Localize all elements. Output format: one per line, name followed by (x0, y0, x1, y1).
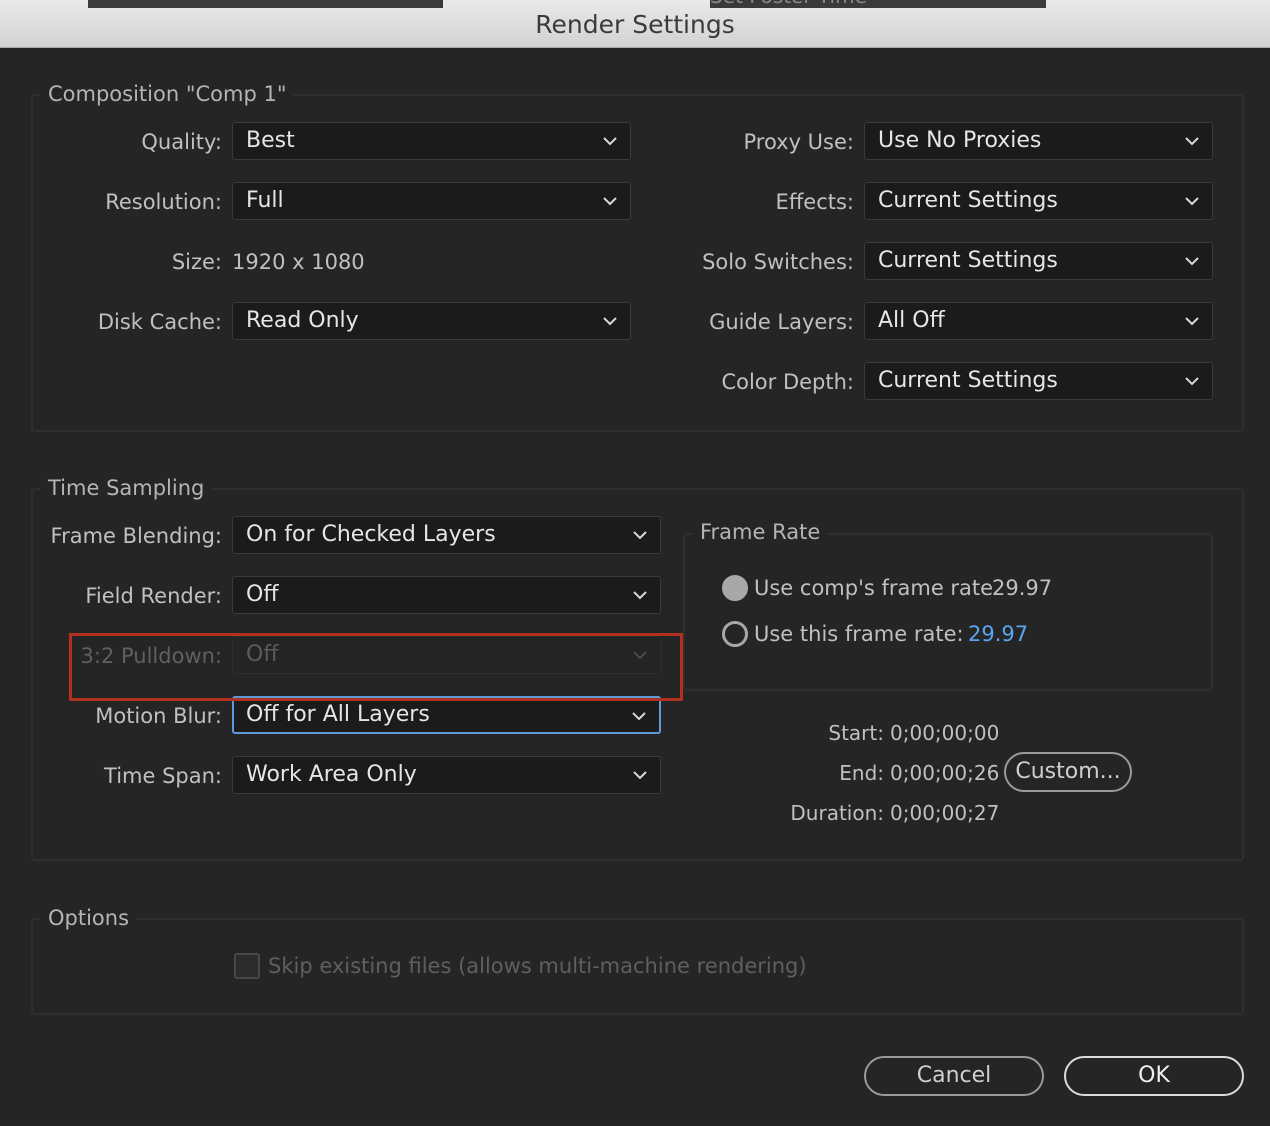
field-render-label: Field Render: (85, 584, 222, 608)
custom-button[interactable]: Custom... (1004, 752, 1132, 792)
composition-legend: Composition "Comp 1" (40, 81, 295, 107)
end-value: 0;00;00;26 (890, 761, 1000, 785)
solo-switches-dropdown[interactable]: Current Settings (864, 242, 1213, 280)
chevron-down-icon (1185, 317, 1199, 326)
motion-blur-dropdown[interactable]: Off for All Layers (232, 696, 661, 734)
chevron-down-icon (1185, 137, 1199, 146)
quality-dropdown[interactable]: Best (232, 122, 631, 160)
use-comp-frame-rate-value: 29.97 (992, 576, 1053, 600)
color-depth-dropdown[interactable]: Current Settings (864, 362, 1213, 400)
disk-cache-label: Disk Cache: (97, 310, 222, 334)
resolution-dropdown[interactable]: Full (232, 182, 631, 220)
disk-cache-dropdown[interactable]: Read Only (232, 302, 631, 340)
end-label: End: (839, 761, 884, 785)
frame-rate-group (683, 533, 1213, 691)
proxy-use-value: Use No Proxies (878, 128, 1042, 153)
proxy-use-dropdown[interactable]: Use No Proxies (864, 122, 1213, 160)
time-span-label: Time Span: (104, 764, 222, 788)
color-depth-label: Color Depth: (721, 370, 854, 394)
start-label: Start: (828, 721, 884, 745)
options-legend: Options (40, 905, 138, 931)
time-span-value: Work Area Only (246, 762, 417, 787)
title-bar: Set Poster Time Render Settings (0, 0, 1270, 48)
use-comp-frame-rate-radio[interactable] (722, 575, 748, 601)
chevron-down-icon (1185, 197, 1199, 206)
solo-switches-value: Current Settings (878, 248, 1058, 273)
skip-existing-checkbox[interactable] (234, 953, 260, 979)
use-this-frame-rate-radio[interactable] (722, 621, 748, 647)
field-render-value: Off (246, 582, 279, 607)
frame-blending-dropdown[interactable]: On for Checked Layers (232, 516, 661, 554)
frame-rate-input[interactable]: 29.97 (968, 620, 1028, 648)
quality-label: Quality: (141, 130, 222, 154)
effects-label: Effects: (775, 190, 854, 214)
chevron-down-icon (603, 317, 617, 326)
chevron-down-icon (1185, 377, 1199, 386)
chevron-down-icon (633, 591, 647, 600)
start-value: 0;00;00;00 (890, 721, 1000, 745)
background-text: Set Poster Time (710, 0, 867, 8)
cancel-button[interactable]: Cancel (864, 1056, 1044, 1096)
window-title: Render Settings (535, 10, 735, 39)
field-render-dropdown[interactable]: Off (232, 576, 661, 614)
motion-blur-label: Motion Blur: (95, 704, 222, 728)
size-label: Size: (171, 250, 222, 274)
chevron-down-icon (603, 137, 617, 146)
frame-blending-label: Frame Blending: (50, 524, 222, 548)
size-value: 1920 x 1080 (232, 250, 365, 274)
chevron-down-icon (633, 771, 647, 780)
guide-layers-value: All Off (878, 308, 945, 333)
quality-value: Best (246, 128, 295, 153)
frame-blending-value: On for Checked Layers (246, 522, 496, 547)
guide-layers-dropdown[interactable]: All Off (864, 302, 1213, 340)
duration-value: 0;00;00;27 (890, 801, 1000, 825)
time-sampling-legend: Time Sampling (40, 475, 213, 501)
resolution-value: Full (246, 188, 284, 213)
effects-dropdown[interactable]: Current Settings (864, 182, 1213, 220)
proxy-use-label: Proxy Use: (743, 130, 854, 154)
motion-blur-highlight-box (69, 633, 683, 701)
chevron-down-icon (1185, 257, 1199, 266)
background-panel (88, 0, 443, 8)
chevron-down-icon (603, 197, 617, 206)
duration-label: Duration: (790, 801, 884, 825)
ok-button[interactable]: OK (1064, 1056, 1244, 1096)
use-comp-frame-rate-label: Use comp's frame rate (754, 576, 994, 600)
frame-rate-legend: Frame Rate (692, 519, 829, 545)
disk-cache-value: Read Only (246, 308, 359, 333)
color-depth-value: Current Settings (878, 368, 1058, 393)
use-this-frame-rate-label: Use this frame rate: (754, 622, 964, 646)
guide-layers-label: Guide Layers: (709, 310, 854, 334)
chevron-down-icon (633, 531, 647, 540)
skip-existing-label: Skip existing files (allows multi-machin… (268, 954, 807, 978)
chevron-down-icon (632, 712, 646, 721)
motion-blur-value: Off for All Layers (246, 702, 430, 727)
solo-switches-label: Solo Switches: (702, 250, 854, 274)
time-span-dropdown[interactable]: Work Area Only (232, 756, 661, 794)
resolution-label: Resolution: (105, 190, 222, 214)
effects-value: Current Settings (878, 188, 1058, 213)
